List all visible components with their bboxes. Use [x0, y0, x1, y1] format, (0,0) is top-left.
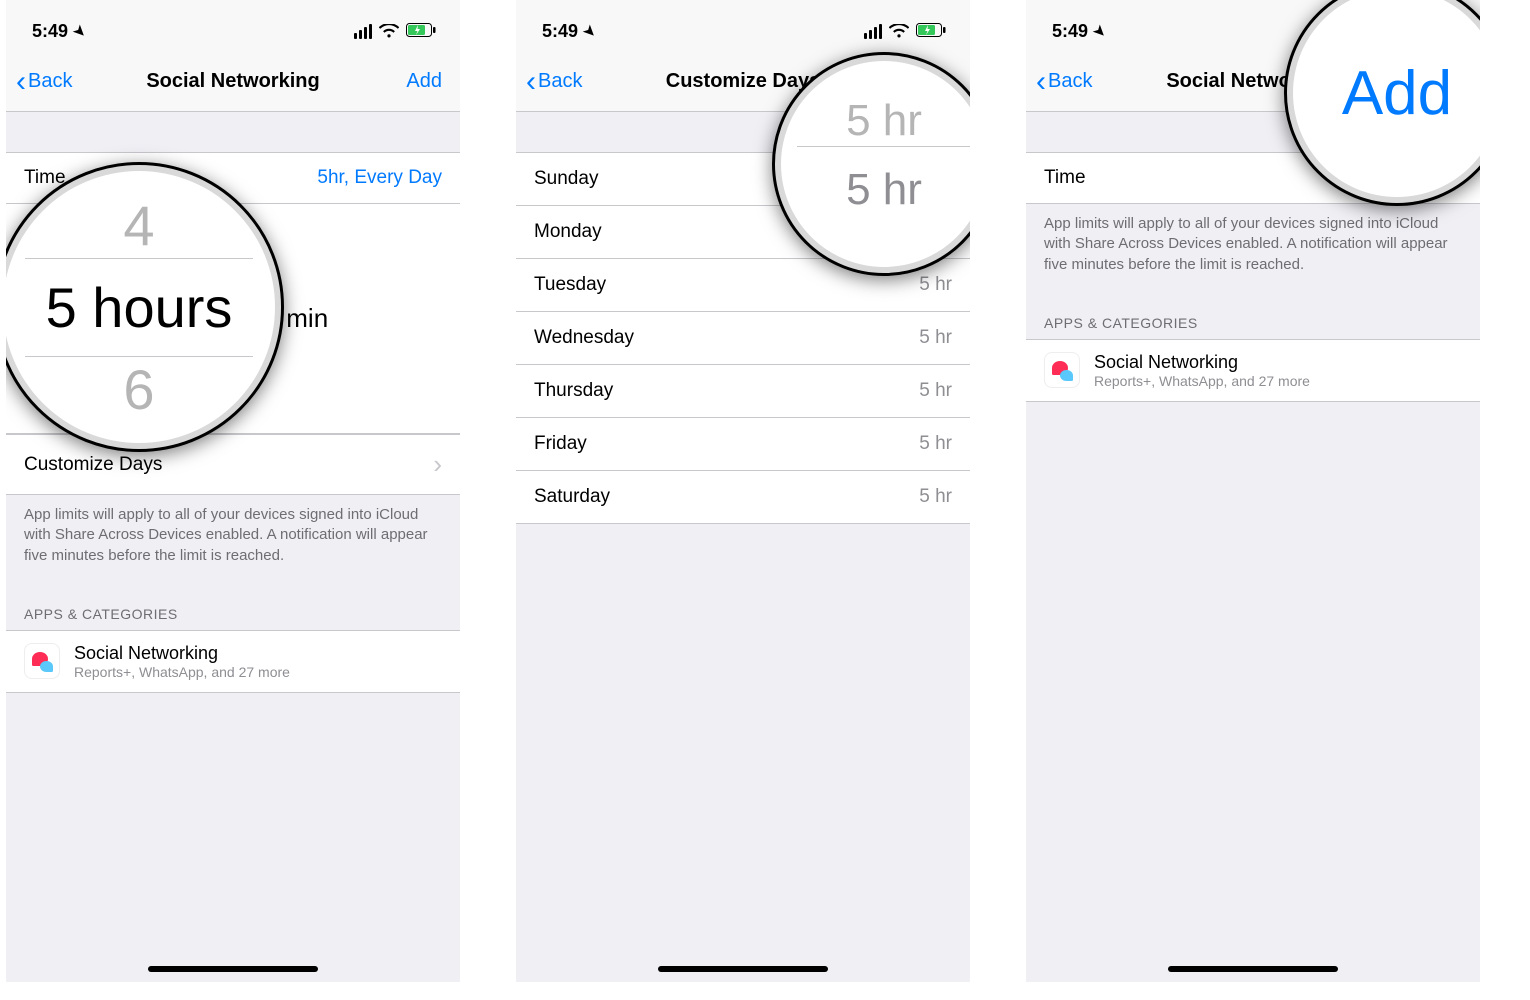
- nav-title: Customize Days: [666, 70, 821, 93]
- apps-categories-header: APPS & CATEGORIES: [6, 586, 460, 630]
- category-row[interactable]: Social Networking Reports+, WhatsApp, an…: [1026, 339, 1480, 402]
- wifi-icon: [889, 24, 909, 38]
- footnote: App limits will apply to all of your dev…: [6, 495, 460, 586]
- status-bar: 5:49 ➤: [6, 0, 460, 52]
- back-button[interactable]: ‹ Back: [1036, 52, 1092, 111]
- apps-categories-header: APPS & CATEGORIES: [1026, 295, 1480, 339]
- back-label: Back: [1048, 70, 1092, 93]
- customize-days-label: Customize Days: [24, 454, 162, 476]
- battery-icon: [916, 21, 946, 42]
- time-label: Time: [1044, 167, 1086, 189]
- time-value: 5hr, Every Day: [317, 167, 442, 189]
- add-button[interactable]: Add: [406, 52, 442, 111]
- nav-bar: ‹ Back Social Networking Add: [6, 52, 460, 112]
- battery-icon: [406, 21, 436, 42]
- social-networking-icon: [1044, 352, 1080, 388]
- nav-title: Social Networking: [146, 70, 319, 93]
- back-button[interactable]: ‹ Back: [526, 52, 582, 111]
- phone-screen-2: 5:49 ➤ ‹ Back Customize Days Sunday5 hr …: [516, 0, 970, 982]
- home-indicator[interactable]: [1168, 966, 1338, 972]
- back-label: Back: [538, 70, 582, 93]
- status-time: 5:49: [542, 21, 578, 42]
- phone-screen-3: 5:49 ➤ ‹ Back Social Networking Add Time…: [1026, 0, 1480, 982]
- day-row-friday[interactable]: Friday5 hr: [516, 418, 970, 471]
- category-sub: Reports+, WhatsApp, and 27 more: [74, 664, 290, 680]
- status-time: 5:49: [1052, 21, 1088, 42]
- footnote: App limits will apply to all of your dev…: [1026, 204, 1480, 295]
- customize-days-row[interactable]: Customize Days: [6, 434, 460, 495]
- location-icon: ➤: [70, 21, 90, 41]
- cellular-icon: [864, 24, 882, 39]
- status-time: 5:49: [32, 21, 68, 42]
- phone-screen-1: 5:49 ➤ ‹ Back Social Networking Add Time…: [6, 0, 460, 982]
- day-row-thursday[interactable]: Thursday5 hr: [516, 365, 970, 418]
- category-sub: Reports+, WhatsApp, and 27 more: [1094, 373, 1310, 389]
- back-button[interactable]: ‹ Back: [16, 52, 72, 111]
- category-name: Social Networking: [1094, 352, 1310, 373]
- social-networking-icon: [24, 643, 60, 679]
- wifi-icon: [379, 24, 399, 38]
- content: Time 5hr, Every Day App limits will appl…: [1026, 112, 1480, 982]
- day-row-saturday[interactable]: Saturday5 hr: [516, 471, 970, 524]
- cellular-icon: [354, 24, 372, 39]
- location-icon: ➤: [1090, 21, 1110, 41]
- status-bar: 5:49 ➤: [516, 0, 970, 52]
- home-indicator[interactable]: [658, 966, 828, 972]
- category-row[interactable]: Social Networking Reports+, WhatsApp, an…: [6, 630, 460, 693]
- home-indicator[interactable]: [148, 966, 318, 972]
- location-icon: ➤: [580, 21, 600, 41]
- back-label: Back: [28, 70, 72, 93]
- day-row-wednesday[interactable]: Wednesday5 hr: [516, 312, 970, 365]
- callout-time-picker: 4 5 hours 6: [6, 162, 284, 452]
- category-name: Social Networking: [74, 643, 290, 664]
